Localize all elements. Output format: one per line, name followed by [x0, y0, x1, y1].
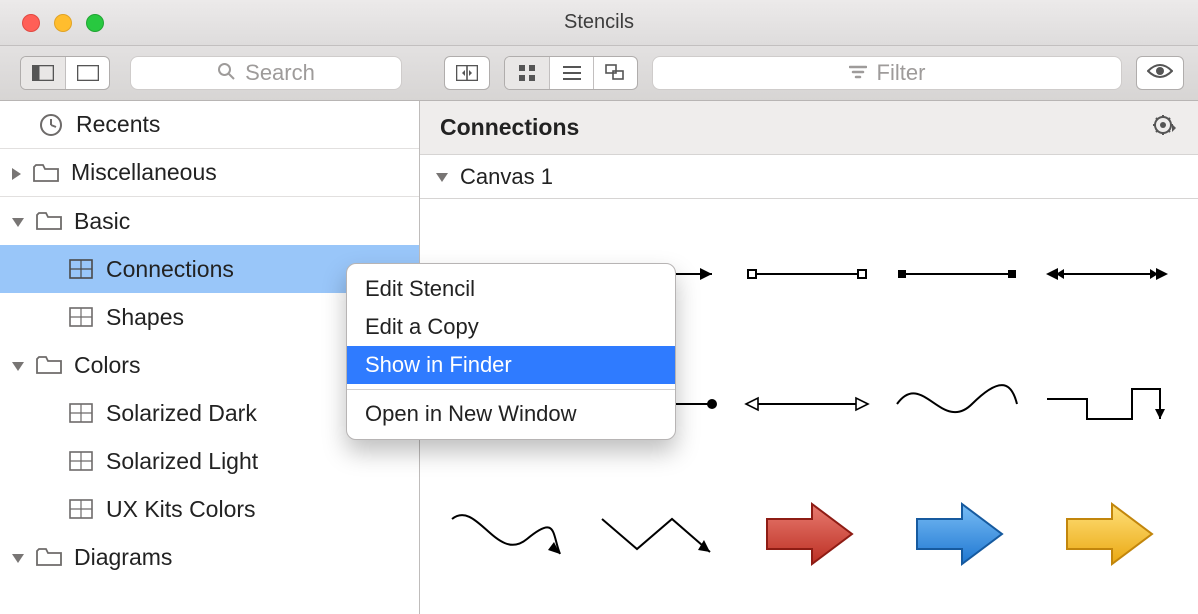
- inspector-toggle: [444, 56, 490, 90]
- stencil-icon: [68, 304, 94, 330]
- sidebar-item-label: Solarized Light: [106, 448, 258, 475]
- filter-icon: [849, 60, 867, 86]
- window-title: Stencils: [0, 11, 1198, 34]
- folder-icon: [36, 352, 62, 378]
- stencil-actions-button[interactable]: [1152, 113, 1178, 142]
- stencil-shape[interactable]: [732, 339, 882, 469]
- ctx-open-in-new-window[interactable]: Open in New Window: [347, 395, 675, 433]
- search-field[interactable]: Search: [130, 56, 402, 90]
- stencil-title: Connections: [440, 114, 579, 141]
- context-menu: Edit Stencil Edit a Copy Show in Finder …: [346, 263, 676, 440]
- folder-icon: [33, 160, 59, 186]
- stencil-icon: [68, 448, 94, 474]
- stencil-icon: [68, 496, 94, 522]
- sidebar-item-label: Solarized Dark: [106, 400, 257, 427]
- sidebar-view-single-button[interactable]: [65, 57, 109, 89]
- eye-icon: [1147, 62, 1173, 85]
- clock-icon: [38, 112, 64, 138]
- disclosure-icon: [12, 218, 24, 227]
- ctx-edit-a-copy[interactable]: Edit a Copy: [347, 308, 675, 346]
- layout-mode-toggle: [504, 56, 638, 90]
- toolbar: Search Filter: [0, 46, 1198, 101]
- outline-view-button[interactable]: [593, 57, 637, 89]
- search-icon: [217, 60, 235, 86]
- stencil-shape[interactable]: [882, 339, 1032, 469]
- sidebar-item-recents[interactable]: Recents: [0, 101, 419, 149]
- ctx-show-in-finder[interactable]: Show in Finder: [347, 346, 675, 384]
- sidebar-group-diagrams[interactable]: Diagrams: [0, 533, 419, 581]
- title-bar: Stencils: [0, 0, 1198, 46]
- sidebar-item-solarized-light[interactable]: Solarized Light: [0, 437, 419, 485]
- disclosure-icon: [12, 362, 24, 371]
- sidebar-group-miscellaneous[interactable]: Miscellaneous: [0, 149, 419, 197]
- visibility-toggle-button[interactable]: [1136, 56, 1184, 90]
- search-placeholder: Search: [245, 60, 315, 86]
- sidebar-item-label: Recents: [76, 111, 160, 138]
- disclosure-icon: [12, 554, 24, 563]
- list-view-button[interactable]: [549, 57, 593, 89]
- stencil-shape[interactable]: [432, 469, 582, 599]
- filter-placeholder: Filter: [877, 60, 926, 86]
- sidebar-group-basic[interactable]: Basic: [0, 197, 419, 245]
- sidebar-item-ux-kits-colors[interactable]: UX Kits Colors: [0, 485, 419, 533]
- sidebar-item-label: UX Kits Colors: [106, 496, 256, 523]
- sidebar-view-toggle: [20, 56, 110, 90]
- sidebar-item-label: Colors: [74, 352, 140, 379]
- disclosure-icon: [12, 168, 21, 180]
- stencil-shape[interactable]: [1032, 339, 1182, 469]
- sidebar-item-label: Basic: [74, 208, 130, 235]
- canvas-header[interactable]: Canvas 1: [420, 155, 1198, 199]
- stencil-shape[interactable]: [882, 209, 1032, 339]
- inspector-toggle-button[interactable]: [445, 57, 489, 89]
- ctx-separator: [347, 389, 675, 390]
- stencil-icon: [68, 256, 94, 282]
- ctx-edit-stencil[interactable]: Edit Stencil: [347, 270, 675, 308]
- stencil-shape[interactable]: [732, 469, 882, 599]
- sidebar-item-label: Miscellaneous: [71, 159, 217, 186]
- folder-icon: [36, 208, 62, 234]
- stencil-shape[interactable]: [1032, 469, 1182, 599]
- filter-field[interactable]: Filter: [652, 56, 1122, 90]
- stencil-icon: [68, 400, 94, 426]
- disclosure-icon: [436, 173, 448, 182]
- folder-icon: [36, 544, 62, 570]
- stencil-shape[interactable]: [1032, 209, 1182, 339]
- stencil-shape[interactable]: [582, 469, 732, 599]
- stencil-header: Connections: [420, 101, 1198, 155]
- stencil-shape[interactable]: [732, 209, 882, 339]
- sidebar-item-label: Shapes: [106, 304, 184, 331]
- sidebar-item-label: Diagrams: [74, 544, 172, 571]
- stencil-shape[interactable]: [882, 469, 1032, 599]
- canvas-label: Canvas 1: [460, 164, 553, 190]
- sidebar-view-split-button[interactable]: [21, 57, 65, 89]
- sidebar-item-label: Connections: [106, 256, 234, 283]
- grid-view-button[interactable]: [505, 57, 549, 89]
